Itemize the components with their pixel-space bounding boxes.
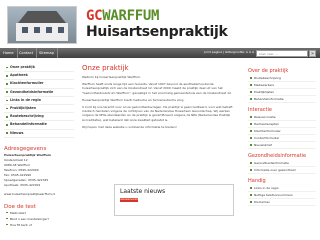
- news-overview-button[interactable]: nieuwsoverzicht: [120, 198, 141, 202]
- news-title: Laatste nieuws: [120, 188, 166, 195]
- bullet-icon: [6, 74, 8, 77]
- bullet-icon: [6, 83, 8, 85]
- section-link[interactable]: Routebeschrijving: [248, 75, 316, 82]
- nav-contact[interactable]: Contact: [16, 48, 37, 58]
- bullet-icon: [6, 223, 8, 226]
- section-title: Handig: [248, 178, 266, 184]
- bullet-icon: [6, 99, 8, 102]
- section-handig: Handig Links in de regio Nuttige telefoo…: [248, 178, 316, 206]
- section-link[interactable]: Reisvaccinatie: [248, 114, 316, 121]
- bullet-icon: [6, 124, 8, 126]
- bullet-icon: [6, 107, 8, 110]
- care-paragraph: Huisartsenpraktijk Warffum biedt medisch…: [82, 97, 185, 102]
- bullet-icon: [250, 169, 252, 171]
- section-link[interactable]: Links in de regio: [248, 185, 316, 192]
- search-button[interactable]: »: [309, 49, 316, 57]
- section-link[interactable]: Informatie over gezondheid: [248, 167, 316, 174]
- section-title: Interactie: [248, 107, 272, 113]
- side-menu-item[interactable]: Behandelinformatie: [4, 121, 74, 130]
- history-paragraph: Warffum heeft sinds lange tijd een huisa…: [82, 82, 232, 95]
- header: GCWARFFUM Huisartsenpraktijk: [0, 0, 320, 48]
- bullet-icon: [250, 98, 252, 100]
- bullet-icon: [250, 116, 252, 118]
- section-link[interactable]: Disclaimer: [248, 199, 316, 206]
- bullet-icon: [250, 77, 252, 79]
- logo-name: WARFFUM: [102, 8, 160, 24]
- side-menu: Onze praktijk Apotheek Klachtenformulier…: [4, 64, 74, 138]
- section-link[interactable]: Contactformulier: [248, 135, 316, 142]
- section-link[interactable]: Nieuwsbrief: [248, 142, 316, 149]
- section-link[interactable]: Gezondheidsinformatie: [248, 160, 316, 167]
- section-over-praktijk: Over de praktijk Routebeschrijving Medew…: [248, 68, 316, 103]
- search-input[interactable]: zoek naar ...: [256, 49, 308, 57]
- section-title: Gezondheidsinformatie: [248, 153, 307, 159]
- bullet-icon: [250, 187, 252, 189]
- section-link[interactable]: Praktijklijsten: [248, 89, 316, 96]
- page-title: Onze praktijk: [82, 64, 129, 72]
- bullet-icon: [250, 201, 252, 203]
- bullet-icon: [6, 211, 8, 214]
- test-link[interactable]: Hoe fit bent u?: [4, 222, 74, 228]
- bullet-icon: [250, 137, 252, 139]
- side-menu-item[interactable]: Klachtenformulier: [4, 80, 74, 89]
- bullet-icon: [250, 130, 252, 132]
- page-tools[interactable]: print pagina | lettergrootte: A A A: [204, 50, 254, 54]
- section-link[interactable]: Medewerkers: [248, 82, 316, 89]
- side-menu-item[interactable]: Apotheek: [4, 72, 74, 81]
- bullet-icon: [250, 84, 252, 86]
- address-heading: Adresgegevens: [4, 145, 47, 152]
- top-navigation: Home Contact Sitemap print pagina | lett…: [0, 48, 320, 58]
- side-menu-item[interactable]: Nieuws: [4, 130, 74, 138]
- section-interactie: Interactie Reisvaccinatie Herhaalrecepte…: [248, 107, 316, 149]
- section-link[interactable]: Behandelinformatie: [248, 96, 316, 103]
- bullet-icon: [6, 115, 8, 118]
- bullet-icon: [6, 217, 8, 220]
- bullet-icon: [250, 91, 252, 93]
- section-gezondheidsinformatie: Gezondheidsinformatie Gezondheidsinforma…: [248, 153, 316, 174]
- bullet-icon: [250, 123, 252, 125]
- bullet-icon: [250, 162, 252, 164]
- header-photo: [7, 6, 77, 44]
- side-menu-item[interactable]: Praktijklijsten: [4, 105, 74, 114]
- site-subtitle: Huisartsenpraktijk: [86, 24, 228, 40]
- address-block: Huisartsenpraktijk Warffum Oosterstraat …: [4, 153, 74, 197]
- bullet-icon: [6, 66, 8, 69]
- site-logo[interactable]: GCWARFFUM: [86, 8, 159, 24]
- closing-paragraph: Wij hopen met deze website u voldoende i…: [82, 124, 177, 129]
- side-menu-item[interactable]: Onze praktijk: [4, 64, 74, 73]
- address-line: Apotheek: 0595-422001: [4, 182, 41, 187]
- right-sidebar: Over de praktijk Routebeschrijving Medew…: [248, 64, 316, 240]
- nav-sitemap[interactable]: Sitemap: [36, 48, 58, 58]
- bullet-icon: [6, 91, 8, 93]
- section-link[interactable]: Klachtenformulier: [248, 128, 316, 135]
- side-menu-item[interactable]: Gezondheidsinformatie: [4, 89, 74, 97]
- nav-home[interactable]: Home: [0, 48, 18, 58]
- section-title: Over de praktijk: [248, 68, 289, 74]
- website-link[interactable]: www.huisartsenpraktijkwarffum.nl: [4, 192, 74, 197]
- page: GCWARFFUM Huisartsenpraktijk Home Contac…: [0, 0, 320, 240]
- logo-prefix: GC: [86, 8, 103, 24]
- section-link[interactable]: Nuttige telefoonnummers: [248, 192, 316, 199]
- news-panel: Laatste nieuws nieuwsoverzicht: [114, 184, 234, 216]
- section-link[interactable]: Herhaalrecepten: [248, 121, 316, 128]
- bullet-icon: [250, 194, 252, 196]
- left-sidebar: Onze praktijk Apotheek Klachtenformulier…: [4, 64, 74, 240]
- bullet-icon: [250, 144, 252, 146]
- accreditation-paragraph: U kunt bij ons terecht voor al uw gezond…: [82, 105, 233, 122]
- side-menu-item[interactable]: Routebeschrijving: [4, 113, 74, 122]
- intro-paragraph: Welkom bij huisartsenpraktijk Warffum.: [82, 75, 142, 79]
- bullet-icon: [6, 132, 8, 134]
- side-menu-item[interactable]: Links in de regio: [4, 97, 74, 105]
- main-content: Onze praktijk Welkom bij huisartsenprakt…: [82, 64, 238, 240]
